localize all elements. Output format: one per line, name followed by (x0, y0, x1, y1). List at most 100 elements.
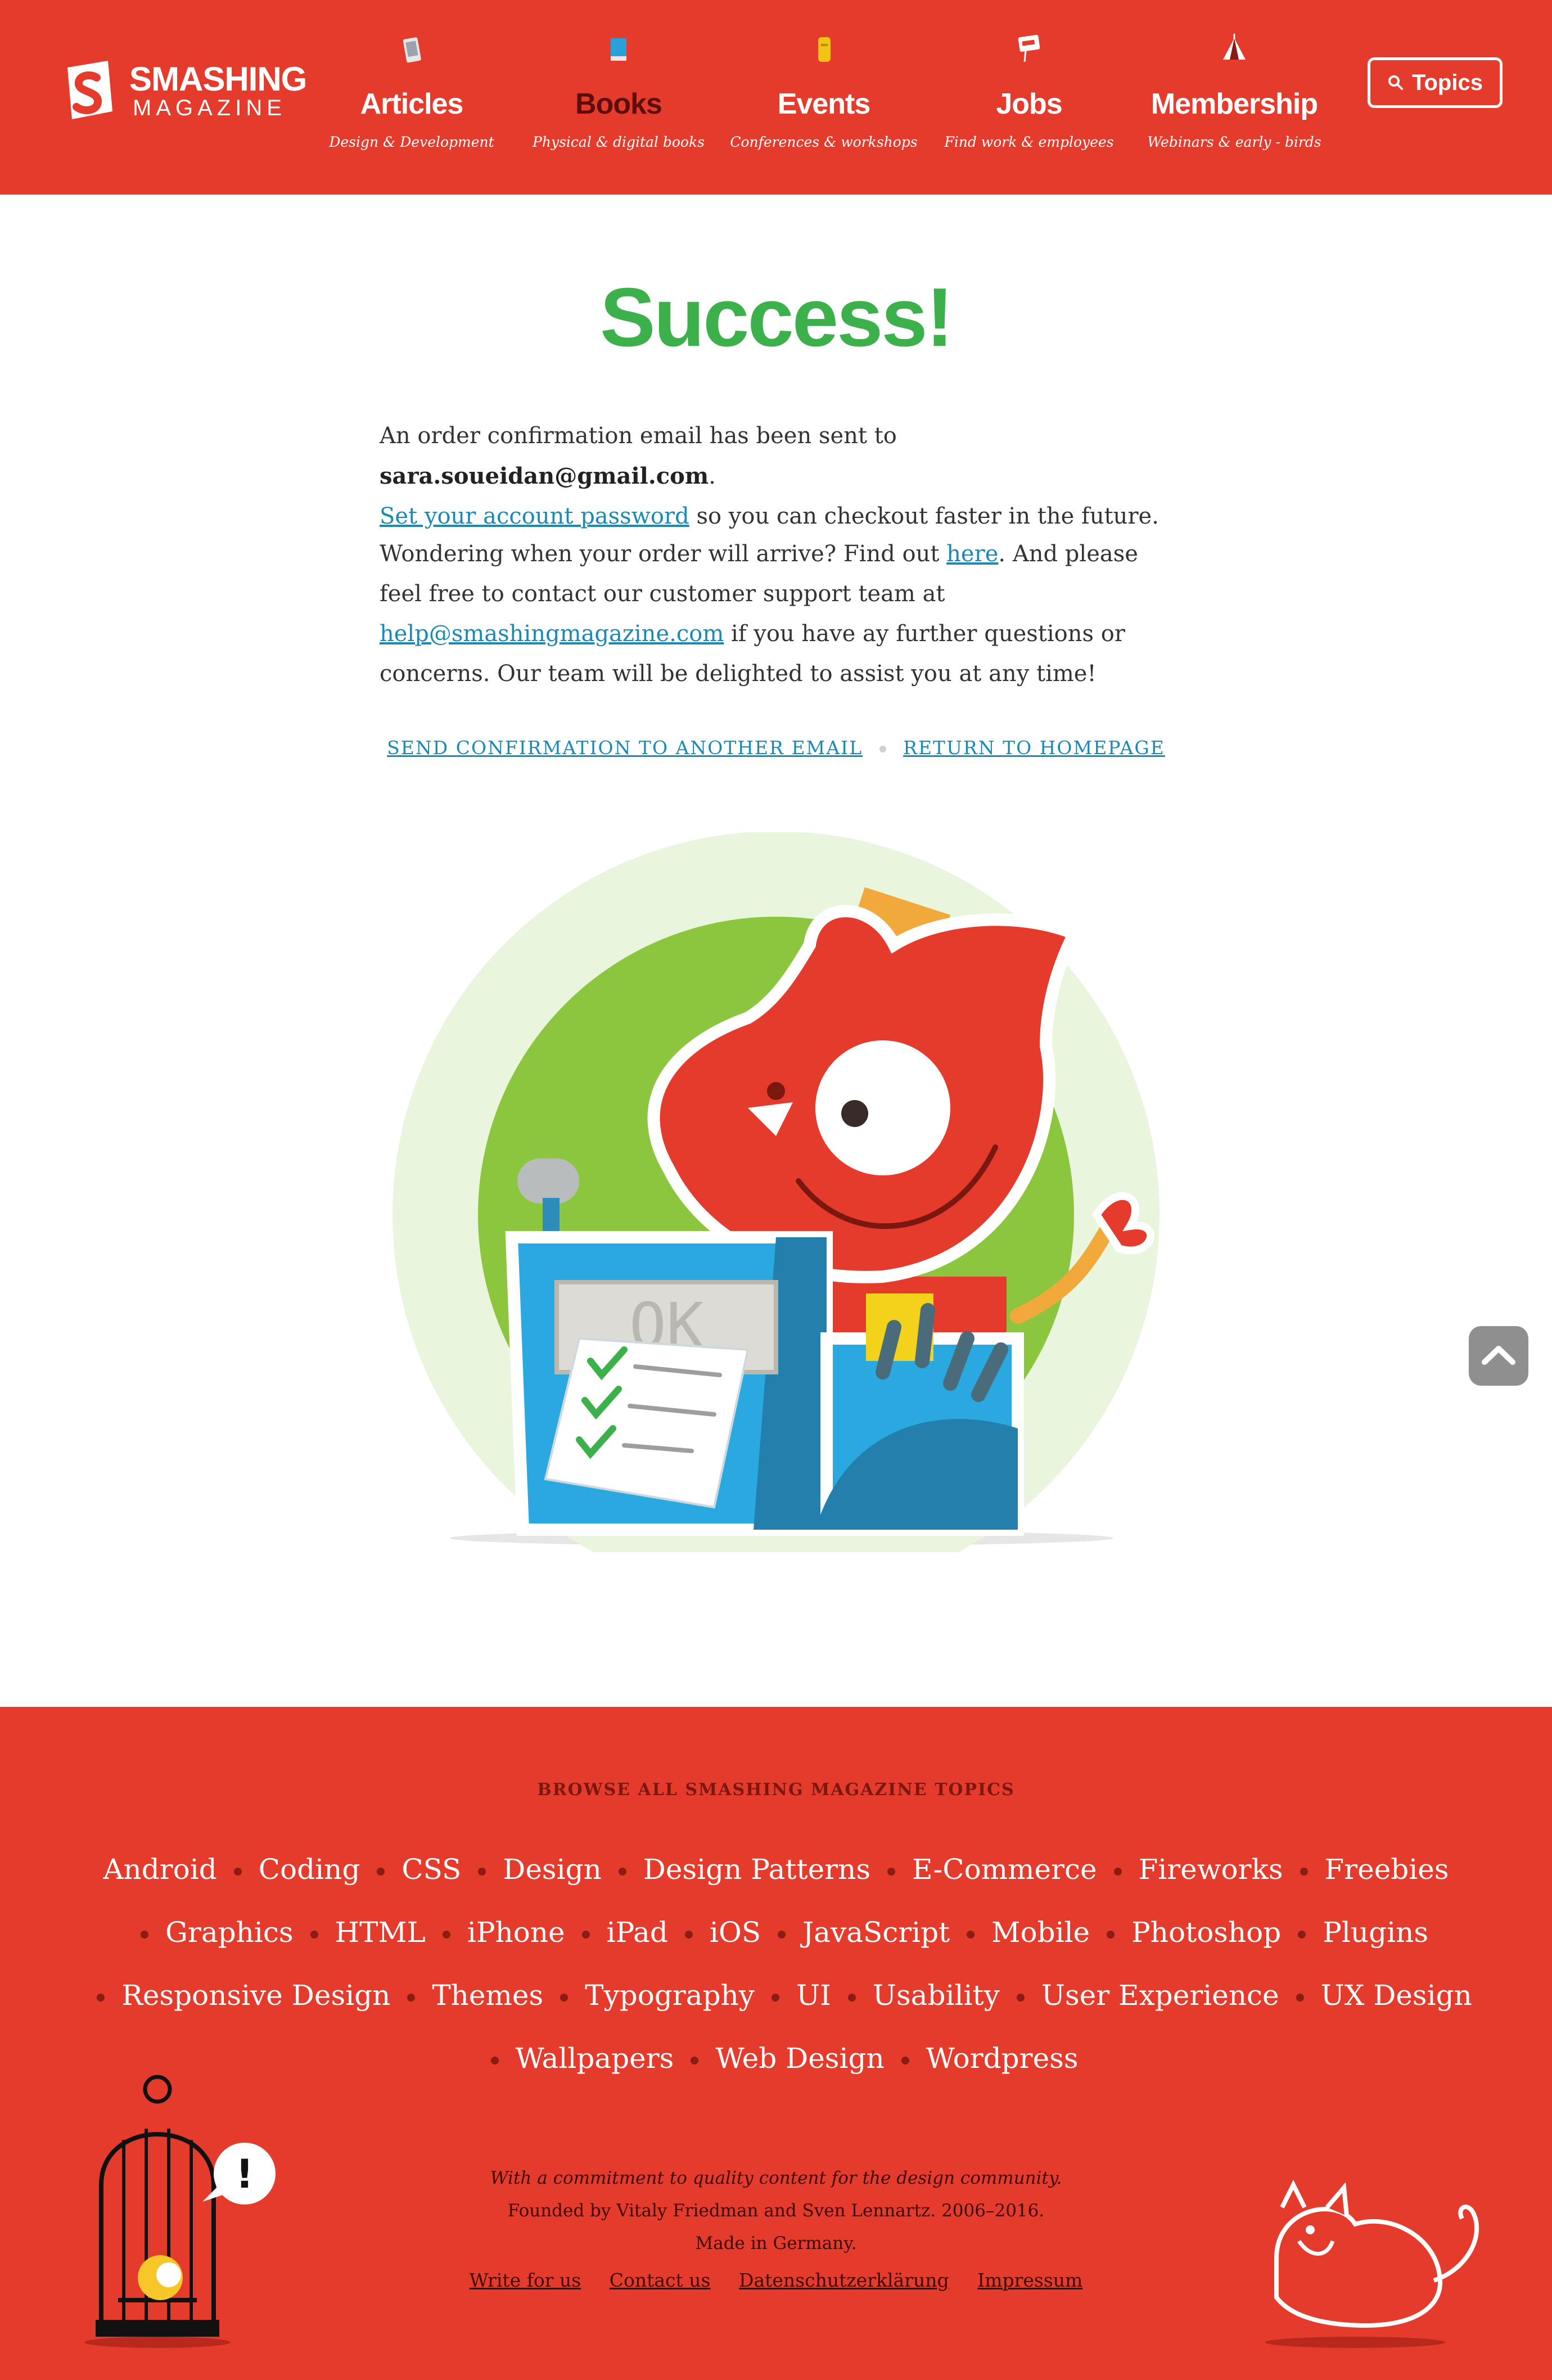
confirmation-paragraph: An order confirmation email has been sen… (380, 416, 1178, 537)
bullet (967, 1931, 975, 1939)
copy-text: Wondering when your order will arrive? F… (380, 541, 947, 567)
nav-label: Events (777, 88, 871, 120)
nav-label: Jobs (996, 88, 1062, 120)
topic-link[interactable]: UI (796, 1979, 831, 2012)
bullet (1016, 1994, 1025, 2002)
topic-link[interactable]: UX Design (1321, 1979, 1472, 2012)
copy-text: so you can checkout faster in the future… (689, 503, 1159, 529)
topic-link[interactable]: Wordpress (926, 2042, 1079, 2075)
delivery-paragraph: Wondering when your order will arrive? F… (380, 534, 1178, 694)
book-icon (611, 38, 626, 61)
footer-link-contact[interactable]: Contact us (610, 2269, 711, 2291)
topic-link[interactable]: User Experience (1041, 1979, 1279, 2012)
topic-link[interactable]: CSS (401, 1853, 461, 1886)
separator-dot (879, 746, 887, 752)
topic-link[interactable]: Typography (585, 1979, 755, 2012)
bullet (618, 1868, 626, 1876)
cat-cash-register-illustration: OK (392, 832, 1160, 1552)
nav-articles[interactable]: Articles Design & Development (316, 28, 507, 163)
action-links: SEND CONFIRMATION TO ANOTHER EMAIL RETURN… (0, 737, 1552, 759)
bullet (1300, 1868, 1308, 1876)
topic-link[interactable]: JavaScript (802, 1916, 950, 1949)
return-homepage-link[interactable]: RETURN TO HOMEPAGE (903, 737, 1165, 759)
topics-button-label: Topics (1412, 70, 1483, 95)
bullet (1296, 1994, 1304, 2002)
topic-link[interactable]: Mobile (991, 1916, 1090, 1949)
order-status-link[interactable]: here (946, 541, 998, 567)
bullet (1107, 1931, 1115, 1939)
bullet (901, 2057, 909, 2065)
bullet (581, 1931, 590, 1939)
footer-link-privacy[interactable]: Datenschutzerklärung (739, 2269, 949, 2291)
phone-icon (403, 37, 421, 63)
scroll-to-top-button[interactable] (1469, 1326, 1528, 1386)
support-email-link[interactable]: help@smashingmagazine.com (380, 621, 724, 647)
topic-link[interactable]: Photoshop (1131, 1916, 1281, 1949)
topic-link[interactable]: Graphics (165, 1916, 294, 1949)
bullet (560, 1994, 569, 2002)
footer-link-imprint[interactable]: Impressum (977, 2269, 1082, 2291)
topic-link[interactable]: iPad (607, 1916, 668, 1949)
bullet (97, 1994, 105, 2002)
bullet (684, 1931, 693, 1939)
topic-link[interactable]: Freebies (1325, 1853, 1449, 1886)
set-password-link[interactable]: Set your account password (380, 503, 689, 529)
topic-link[interactable]: Usability (873, 1979, 1000, 2012)
brand-subname: MAGAZINE (133, 96, 286, 120)
site-footer: BROWSE ALL SMASHING MAGAZINE TOPICS Andr… (0, 1707, 1552, 2380)
send-confirmation-link[interactable]: SEND CONFIRMATION TO ANOTHER EMAIL (387, 737, 863, 759)
topic-link[interactable]: Themes (432, 1979, 543, 2012)
topics-row: Responsive Design Themes Typography UI Usabi… (0, 1979, 1552, 2012)
smashing-logo[interactable]: SMASHING MAGAZINE (56, 56, 315, 146)
footer-link-write[interactable]: Write for us (470, 2269, 581, 2291)
topic-link[interactable]: Design Patterns (643, 1853, 870, 1886)
topic-link[interactable]: iOS (710, 1916, 761, 1949)
nav-sublabel: Physical & digital books (533, 134, 705, 150)
page-title: Success! (600, 271, 954, 364)
nav-sublabel: Design & Development (329, 134, 494, 150)
nav-label: Membership (1151, 88, 1318, 120)
topics-heading: BROWSE ALL SMASHING MAGAZINE TOPICS (537, 1780, 1015, 1800)
smashing-s-logo-icon (67, 61, 112, 119)
nav-books[interactable]: Books Physical & digital books (523, 28, 714, 163)
running-cat-icon (1265, 2180, 1479, 2348)
topic-link[interactable]: Android (103, 1853, 216, 1886)
topic-link[interactable]: Fireworks (1139, 1853, 1283, 1886)
bullet (233, 1868, 242, 1876)
topic-link[interactable]: Design (503, 1853, 602, 1886)
nav-jobs[interactable]: Jobs Find work & employees (933, 28, 1125, 163)
nav-sublabel: Find work & employees (944, 134, 1114, 150)
topic-link[interactable]: Responsive Design (121, 1979, 390, 2012)
bullet (442, 1931, 450, 1939)
bullet (377, 1868, 385, 1876)
open-sign-icon (1018, 35, 1040, 62)
bullet (778, 1931, 786, 1939)
tent-icon (1223, 34, 1246, 60)
topic-link[interactable]: Web Design (715, 2042, 884, 2075)
topic-link[interactable]: HTML (335, 1916, 426, 1949)
nav-sublabel: Webinars & early - birds (1147, 134, 1321, 150)
nav-membership[interactable]: Membership Webinars & early - birds (1139, 28, 1330, 163)
bullet (478, 1868, 486, 1876)
topic-link[interactable]: Plugins (1323, 1916, 1428, 1949)
topic-link[interactable]: Wallpapers (516, 2042, 674, 2075)
bullet (490, 2057, 499, 2065)
nav-events[interactable]: Events Conferences & workshops (728, 28, 919, 163)
topic-link[interactable]: iPhone (467, 1916, 565, 1949)
topics-row: Graphics HTML iPhone iPad iOS JavaScript Mobil… (0, 1916, 1552, 1949)
site-header: SMASHING MAGAZINE Articles Design & Deve… (0, 0, 1552, 195)
copy-text: An order confirmation email has been sen… (380, 423, 897, 449)
bullet (310, 1931, 318, 1939)
topics-row: Wallpapers Web Design Wordpress (0, 2042, 1552, 2075)
topic-link[interactable]: Coding (259, 1853, 360, 1886)
customer-email: sara.soueidan@gmail.com (380, 463, 709, 489)
topic-link[interactable]: E-Commerce (912, 1853, 1097, 1886)
nav-sublabel: Conferences & workshops (730, 134, 918, 150)
bullet (141, 1931, 149, 1939)
bullet (691, 2057, 699, 2065)
bullet (407, 1994, 416, 2002)
copy-text: . (709, 463, 716, 489)
topics-button[interactable]: Topics (1368, 57, 1503, 108)
bullet (887, 1868, 895, 1876)
chevron-up-icon (1482, 1346, 1515, 1365)
